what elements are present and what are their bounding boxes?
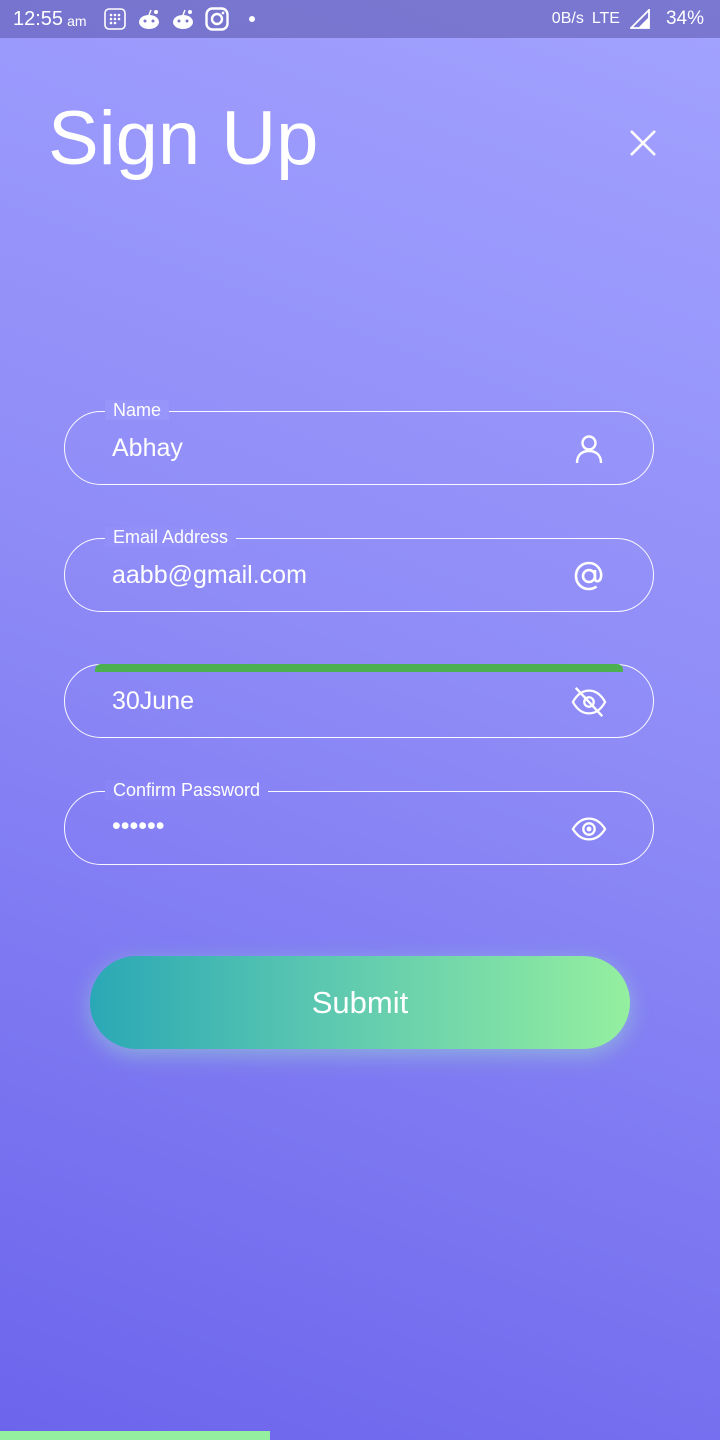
email-field[interactable]: Email Address aabb@gmail.com <box>64 527 654 612</box>
bottom-progress-bar <box>0 1431 270 1440</box>
eye-off-icon[interactable] <box>571 684 607 720</box>
confirm-password-input[interactable]: •••••• <box>112 810 552 842</box>
password-input[interactable]: 30June <box>112 685 552 717</box>
status-time: 12:55 <box>13 7 64 30</box>
net-speed: 0B/s <box>551 10 584 27</box>
close-button[interactable] <box>623 123 663 163</box>
battery-level: 34% <box>665 8 704 29</box>
status-ampm: am <box>67 13 87 29</box>
at-icon <box>571 558 607 594</box>
network-type: LTE <box>591 10 620 27</box>
confirm-password-field[interactable]: Confirm Password •••••• <box>64 780 654 865</box>
close-icon <box>630 130 656 156</box>
eye-icon[interactable] <box>571 811 607 847</box>
notification-dot <box>248 16 255 22</box>
status-bar: 12:55 am 0B/s LTE 34% <box>0 0 720 38</box>
page-title: Sign Up <box>48 96 319 181</box>
email-input[interactable]: aabb@gmail.com <box>112 559 552 591</box>
reddit-icon <box>171 7 195 31</box>
password-strength-bar <box>95 664 623 672</box>
submit-button[interactable]: Submit <box>90 956 630 1049</box>
name-field[interactable]: Name Abhay <box>64 400 654 485</box>
name-label: Name <box>105 400 170 420</box>
instagram-icon <box>204 7 229 31</box>
status-right: 0B/s LTE 34% <box>552 0 704 38</box>
password-field[interactable]: 30June <box>64 664 654 738</box>
reddit-icon <box>137 7 161 31</box>
grid-app-icon <box>103 7 127 31</box>
person-icon <box>571 431 607 467</box>
name-input[interactable]: Abhay <box>112 432 552 464</box>
confirm-password-label: Confirm Password <box>105 780 269 800</box>
notification-icons <box>103 7 255 31</box>
email-label: Email Address <box>105 527 237 547</box>
signal-icon <box>628 7 652 31</box>
